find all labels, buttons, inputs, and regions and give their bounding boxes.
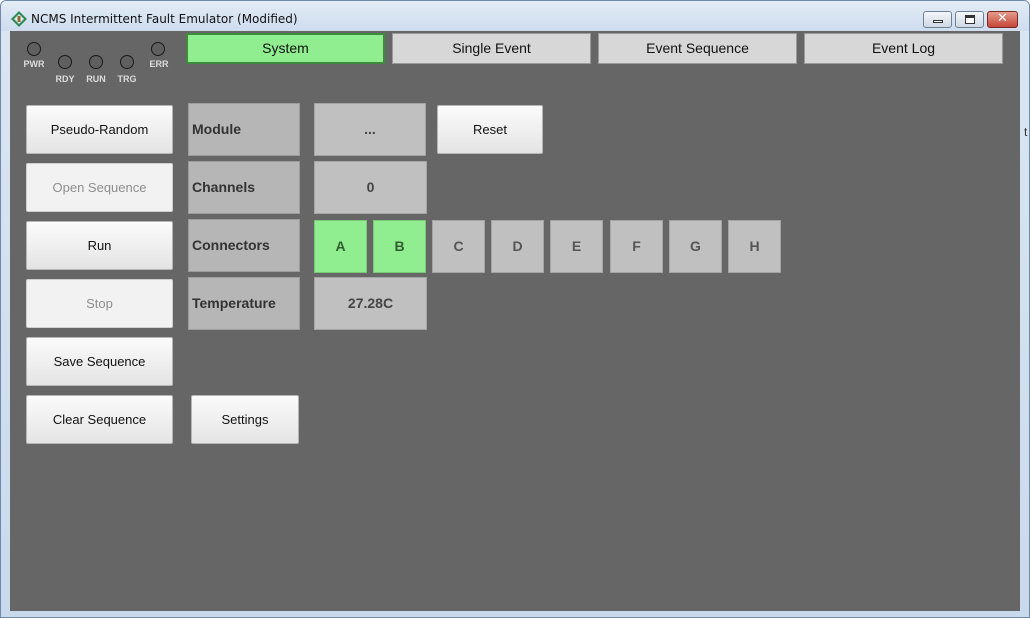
tab-system[interactable]: System [186, 33, 385, 64]
led-label-err: ERR [149, 59, 169, 69]
open-sequence-button[interactable]: Open Sequence [26, 163, 173, 212]
connector-a[interactable]: A [314, 220, 367, 273]
connector-d[interactable]: D [491, 220, 544, 273]
connector-c[interactable]: C [432, 220, 485, 273]
module-label: Module [188, 103, 300, 156]
minimize-icon [933, 20, 943, 23]
edge-text-fragment: t [1024, 125, 1028, 139]
channels-label: Channels [188, 161, 300, 214]
tab-event-sequence[interactable]: Event Sequence [598, 33, 797, 64]
save-sequence-button[interactable]: Save Sequence [26, 337, 173, 386]
connector-e[interactable]: E [550, 220, 603, 273]
temperature-value: 27.28C [314, 277, 427, 330]
reset-button[interactable]: Reset [437, 105, 543, 154]
connector-b[interactable]: B [373, 220, 426, 273]
window-title: NCMS Intermittent Fault Emulator (Modifi… [31, 12, 298, 26]
led-label-trg: TRG [117, 74, 137, 84]
minimize-button[interactable] [923, 11, 952, 28]
app-window: NCMS Intermittent Fault Emulator (Modifi… [0, 0, 1030, 618]
stop-button[interactable]: Stop [26, 279, 173, 328]
main-panel: PWR RDY RUN TRG ERR System Single Event … [10, 31, 1020, 611]
tab-event-log[interactable]: Event Log [804, 33, 1003, 64]
title-bar: NCMS Intermittent Fault Emulator (Modifi… [1, 1, 1029, 31]
close-button[interactable]: ✕ [987, 11, 1018, 28]
led-rdy [58, 55, 72, 69]
close-icon: ✕ [997, 11, 1008, 26]
connector-g[interactable]: G [669, 220, 722, 273]
led-trg [120, 55, 134, 69]
tab-single-event[interactable]: Single Event [392, 33, 591, 64]
led-label-pwr: PWR [23, 59, 45, 69]
led-label-rdy: RDY [55, 74, 75, 84]
led-run [89, 55, 103, 69]
connector-h[interactable]: H [728, 220, 781, 273]
pseudo-random-button[interactable]: Pseudo-Random [26, 105, 173, 154]
app-logo-icon [11, 11, 27, 27]
settings-button[interactable]: Settings [191, 395, 299, 444]
led-label-run: RUN [86, 74, 106, 84]
temperature-label: Temperature [188, 277, 300, 330]
channels-value: 0 [314, 161, 427, 214]
led-err [151, 42, 165, 56]
run-button[interactable]: Run [26, 221, 173, 270]
connectors-label: Connectors [188, 219, 300, 272]
connector-f[interactable]: F [610, 220, 663, 273]
clear-sequence-button[interactable]: Clear Sequence [26, 395, 173, 444]
module-value[interactable]: ... [314, 103, 426, 156]
maximize-icon [965, 15, 975, 24]
led-pwr [27, 42, 41, 56]
maximize-button[interactable] [955, 11, 984, 28]
